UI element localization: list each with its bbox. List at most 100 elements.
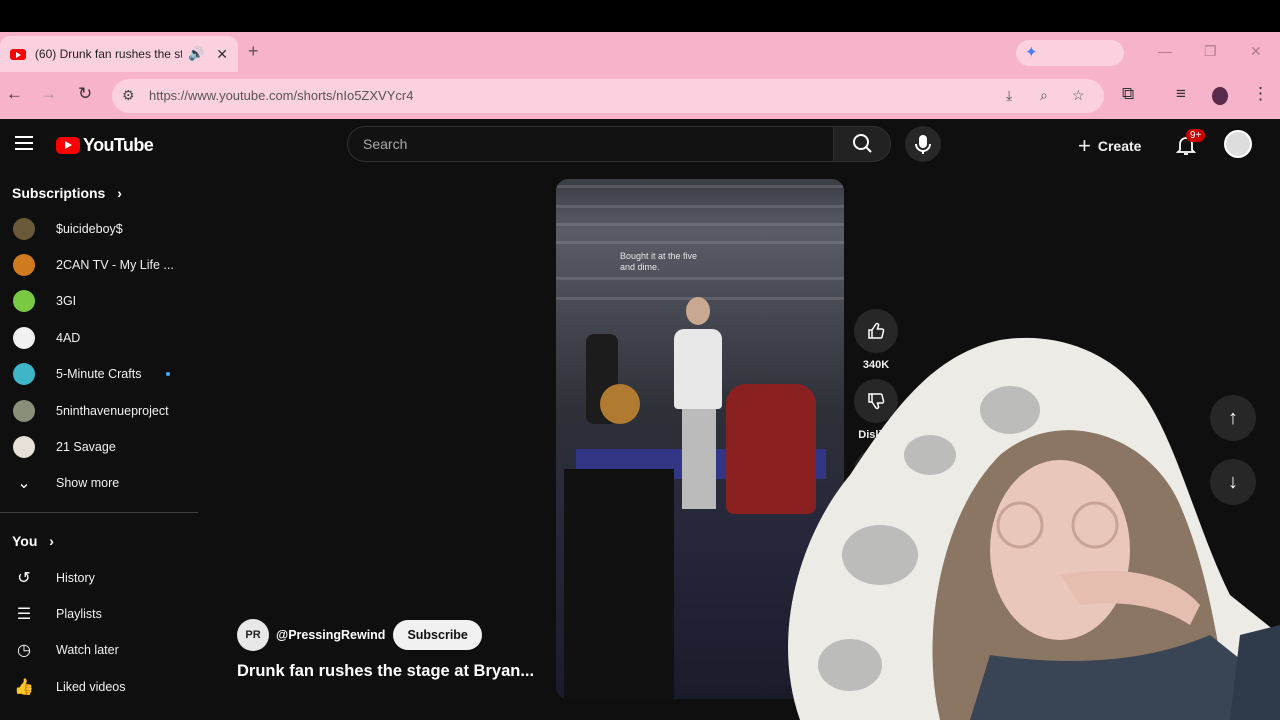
you-header[interactable]: You ›: [12, 533, 54, 549]
sidebar-item-liked-videos[interactable]: 👍 Liked videos: [0, 669, 200, 705]
short-title[interactable]: Drunk fan rushes the stage at Bryan...: [237, 662, 534, 681]
tab-title: (60) Drunk fan rushes the st: [34, 47, 183, 61]
chevron-right-icon: ›: [117, 185, 122, 201]
subscriptions-label: Subscriptions: [12, 185, 106, 201]
singer-head: [686, 297, 710, 325]
sidebar-item-playlists[interactable]: ☰ Playlists: [0, 596, 200, 632]
subscribe-button[interactable]: Subscribe: [393, 620, 482, 650]
channel-avatar: [13, 327, 35, 349]
browser-tab[interactable]: (60) Drunk fan rushes the st 🔊 ✕: [0, 36, 238, 72]
bookmark-star-icon[interactable]: ☆: [1072, 87, 1085, 104]
speaker-icon[interactable]: 🔊: [188, 46, 204, 62]
plus-icon: +: [1078, 133, 1091, 158]
subscriptions-header[interactable]: Subscriptions ›: [12, 185, 122, 201]
webcam-overlay: [760, 335, 1280, 720]
playlists-icon: ☰: [16, 606, 32, 623]
address-bar[interactable]: ⚙ https://www.youtube.com/shorts/nIo5ZXV…: [112, 79, 1104, 113]
webcam-person-image: [788, 337, 1280, 720]
sidebar-item-label: Liked videos: [56, 680, 126, 694]
sidebar-item-label: Watch later: [56, 643, 119, 657]
youtube-favicon-icon: [10, 48, 26, 60]
show-more-label: Show more: [56, 476, 120, 490]
youtube-logo[interactable]: YouTube: [56, 135, 154, 156]
channel-avatar: [13, 254, 35, 276]
media-control-icon[interactable]: ≡: [1176, 84, 1186, 104]
channel-avatar: [13, 363, 35, 385]
stage-light-stripe: [556, 277, 844, 280]
new-content-dot: [166, 372, 170, 376]
channel-row: PR @PressingRewind Subscribe: [237, 619, 482, 651]
zoom-icon[interactable]: ⌕: [1040, 87, 1048, 104]
window-close-icon[interactable]: ✕: [1250, 43, 1262, 60]
search-icon: [853, 134, 872, 153]
chevron-down-icon: ⌄: [17, 475, 31, 492]
stage-light-stripe: [556, 241, 844, 244]
chevron-right-icon: ›: [49, 533, 54, 549]
url-text[interactable]: https://www.youtube.com/shorts/nIo5ZXVYc…: [149, 88, 413, 103]
sidebar-item-label: 4AD: [56, 331, 81, 345]
sidebar-item-4ad[interactable]: 4AD: [0, 320, 200, 356]
hamburger-menu-icon[interactable]: [15, 136, 33, 154]
stage-light-stripe: [556, 185, 844, 188]
speaker-cabinet: [564, 469, 674, 699]
create-label: Create: [1097, 138, 1142, 154]
youtube-header: YouTube Search + Create 9+: [0, 119, 1280, 175]
sidebar-item-label: 5-Minute Crafts: [56, 367, 142, 381]
sidebar-item-2can-tv[interactable]: 2CAN TV - My Life ...: [0, 247, 200, 283]
extensions-icon[interactable]: ⧉: [1122, 84, 1134, 104]
stage-light-stripe: [556, 223, 844, 226]
sidebar-item-label: 5ninthavenueproject: [56, 404, 169, 418]
sparkle-icon: ✦: [1025, 44, 1038, 61]
sidebar-item-5ninthavenueproject[interactable]: 5ninthavenueproject: [0, 393, 200, 429]
close-tab-icon[interactable]: ✕: [216, 46, 228, 63]
sidebar-divider: [0, 512, 198, 513]
channel-avatar[interactable]: PR: [237, 619, 269, 651]
channel-avatar: [13, 290, 35, 312]
sidebar-item-watch-later[interactable]: ◷ Watch later: [0, 632, 200, 668]
install-icon[interactable]: ⤓: [1006, 87, 1012, 104]
stage-light-stripe: [556, 205, 844, 208]
logo-text: YouTube: [83, 135, 154, 155]
profile-avatar[interactable]: [1212, 87, 1228, 105]
browser-toolbar: ← → ↻ ⚙ https://www.youtube.com/shorts/n…: [0, 76, 1280, 116]
search-placeholder: Search: [363, 136, 408, 152]
clock-icon: ◷: [17, 642, 31, 659]
youtube-play-icon: [56, 137, 80, 154]
sidebar-item-label: Playlists: [56, 607, 102, 621]
sidebar-item-label: 2CAN TV - My Life ...: [56, 258, 174, 272]
minimize-icon[interactable]: —: [1158, 43, 1172, 59]
create-button[interactable]: + Create: [1078, 133, 1141, 159]
voice-search-button[interactable]: [905, 126, 941, 162]
show-more-button[interactable]: ⌄ Show more: [0, 465, 200, 501]
sidebar-item-5-minute-crafts[interactable]: 5-Minute Crafts: [0, 356, 200, 392]
notifications-button[interactable]: 9+: [1174, 129, 1206, 162]
notification-badge: 9+: [1186, 129, 1206, 142]
forward-icon[interactable]: →: [40, 84, 57, 104]
sidebar-item-21-savage[interactable]: 21 Savage: [0, 429, 200, 465]
sidebar-item-suicideboys[interactable]: $uicideboy$: [0, 211, 200, 247]
video-caption: Bought it at the five and dime.: [620, 251, 698, 272]
new-tab-icon[interactable]: +: [248, 41, 259, 62]
singer-legs: [682, 409, 716, 509]
sidebar-item-label: History: [56, 571, 95, 585]
sidebar-item-label: $uicideboy$: [56, 222, 123, 236]
sidebar-item-history[interactable]: ↺ History: [0, 560, 200, 596]
reload-icon[interactable]: ↻: [78, 84, 92, 104]
restore-icon[interactable]: ❐: [1204, 43, 1217, 60]
gemini-button[interactable]: ✦: [1016, 40, 1124, 66]
back-icon[interactable]: ←: [6, 84, 23, 104]
menu-dots-icon[interactable]: ⋮: [1252, 84, 1269, 104]
account-avatar[interactable]: [1224, 130, 1252, 158]
screen-top-bar: [0, 0, 1280, 32]
sidebar: Subscriptions › $uicideboy$ 2CAN TV - My…: [0, 175, 200, 720]
history-icon: ↺: [17, 570, 31, 587]
sidebar-item-label: 3GI: [56, 294, 77, 308]
search-button[interactable]: [833, 126, 891, 162]
you-label: You: [12, 533, 38, 549]
channel-avatar: [13, 218, 35, 240]
channel-handle[interactable]: @PressingRewind: [276, 628, 385, 642]
search-input[interactable]: Search: [347, 126, 834, 162]
site-settings-icon[interactable]: ⚙: [122, 87, 135, 104]
sidebar-item-3gi[interactable]: 3GI: [0, 283, 200, 319]
channel-avatar: [13, 400, 35, 422]
